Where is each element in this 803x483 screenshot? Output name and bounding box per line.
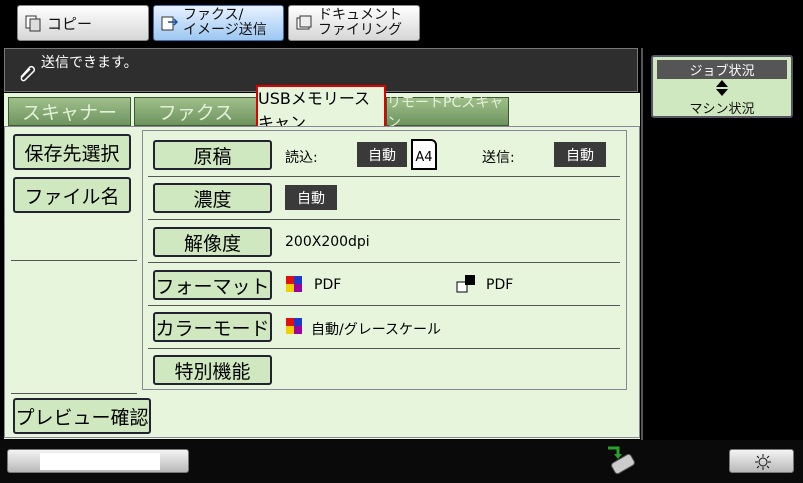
tab-fax-label: ファクス <box>157 102 234 124</box>
side-divider-2 <box>11 393 137 394</box>
black-white-icon <box>456 275 475 293</box>
read-value-text: 自動 <box>368 147 396 164</box>
copy-mode-label: コピー <box>47 14 93 33</box>
color-mode-icon <box>286 318 302 334</box>
row-divider-5 <box>148 348 620 349</box>
special-function-label: 特別機能 <box>174 360 251 383</box>
color-mode-button[interactable]: カラーモード <box>153 312 272 342</box>
preview-label: プレビュー確認 <box>15 406 149 429</box>
paperclip-icon <box>20 65 36 82</box>
original-label: 原稿 <box>193 145 232 168</box>
doc-mode-label-line2: ファイリング <box>318 22 402 38</box>
paper-size-icon: A4 <box>411 139 437 170</box>
format-label: フォーマット <box>155 275 270 298</box>
job-status-label: ジョブ状況 <box>657 60 787 79</box>
density-label: 濃度 <box>193 188 232 211</box>
document-filing-icon <box>296 15 312 30</box>
resolution-label: 解像度 <box>183 232 241 255</box>
send-value-text: 自動 <box>566 147 594 164</box>
save-destination-label: 保存先選択 <box>24 142 120 165</box>
special-function-button[interactable]: 特別機能 <box>153 355 272 385</box>
input-field-white-area <box>40 453 160 470</box>
send-value: 自動 <box>554 142 606 167</box>
job-status-button[interactable]: ジョブ状況 マシン状況 <box>651 55 793 118</box>
brightness-button[interactable] <box>729 449 794 473</box>
format-button[interactable]: フォーマット <box>153 270 272 300</box>
paper-size-text: A4 <box>415 150 433 165</box>
original-button[interactable]: 原稿 <box>153 140 272 170</box>
row-divider-2 <box>148 219 620 220</box>
format-color-value: PDF <box>314 277 342 293</box>
save-destination-button[interactable]: 保存先選択 <box>13 134 131 170</box>
side-divider-1 <box>11 260 137 261</box>
preview-button[interactable]: プレビュー確認 <box>13 398 151 434</box>
toggle-arrows-icon <box>716 80 728 96</box>
right-divider <box>641 48 643 440</box>
status-message: 送信できます。 <box>41 55 138 71</box>
color-icon <box>286 276 302 292</box>
resolution-button[interactable]: 解像度 <box>153 227 272 257</box>
usb-device-icon <box>608 446 635 475</box>
fax-send-icon <box>161 16 178 31</box>
row-divider-4 <box>148 305 620 306</box>
send-label: 送信: <box>482 150 515 166</box>
row-divider-1 <box>148 176 620 177</box>
fax-mode-label-line2: イメージ送信 <box>183 22 267 38</box>
format-bw-value: PDF <box>486 277 514 293</box>
copy-icon <box>25 15 41 32</box>
file-name-button[interactable]: ファイル名 <box>13 177 131 213</box>
file-name-label: ファイル名 <box>24 185 120 208</box>
read-label: 読込: <box>285 150 318 166</box>
density-value: 自動 <box>285 185 337 210</box>
color-mode-value: 自動/グレースケール <box>311 322 442 338</box>
brightness-icon <box>755 454 771 470</box>
document-filing-mode-button[interactable]: ドキュメント ファイリング <box>288 5 420 41</box>
tab-scanner-label: スキャナー <box>21 102 117 124</box>
fax-mode-label-line1: ファクス/ <box>183 7 244 23</box>
row-divider-3 <box>148 262 620 263</box>
doc-mode-label-line1: ドキュメント <box>318 7 402 23</box>
input-field-button[interactable] <box>7 449 189 473</box>
density-button[interactable]: 濃度 <box>153 183 272 213</box>
tab-scanner[interactable]: スキャナー <box>8 97 131 126</box>
machine-status-label: マシン状況 <box>689 102 755 117</box>
color-mode-label: カラーモード <box>155 317 270 340</box>
resolution-value: 200X200dpi <box>285 234 370 250</box>
fax-image-send-mode-button[interactable]: ファクス/ イメージ送信 <box>153 5 284 41</box>
read-value: 自動 <box>357 142 407 167</box>
tab-fax[interactable]: ファクス <box>134 97 257 126</box>
copy-mode-button[interactable]: コピー <box>17 5 149 41</box>
density-value-text: 自動 <box>297 190 325 207</box>
tab-remote-pc-scan[interactable]: リモートPCスキャン <box>386 95 509 131</box>
